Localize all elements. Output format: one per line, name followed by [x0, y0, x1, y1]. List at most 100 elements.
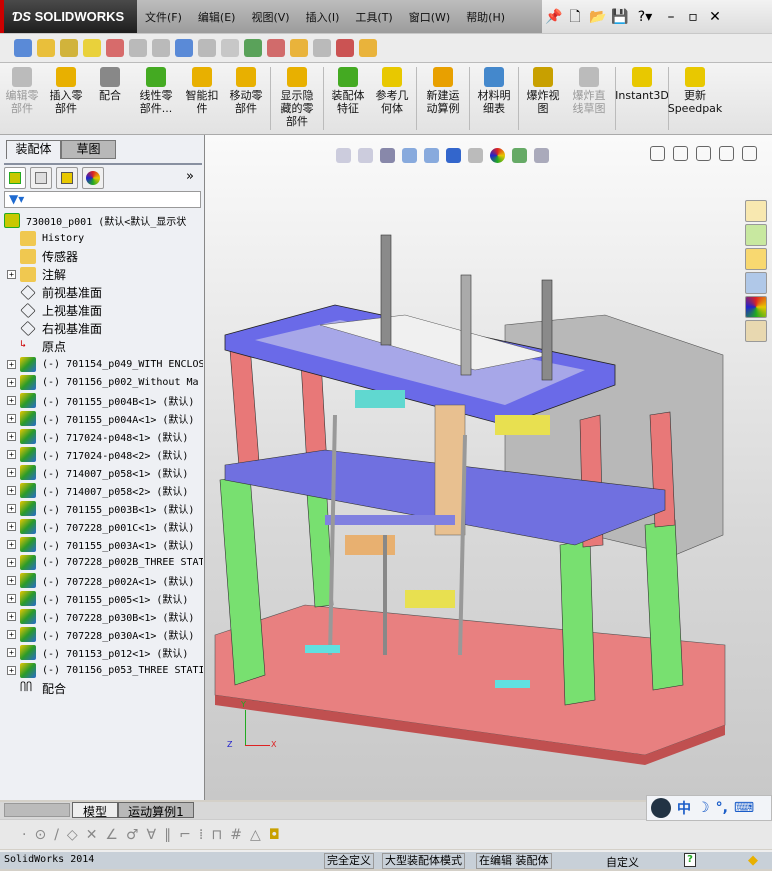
spell-check-icon[interactable]	[14, 39, 32, 57]
tree-item[interactable]: + (-) 707228_p002B_THREE STATION	[0, 553, 203, 571]
minimize-icon[interactable]: –	[663, 9, 679, 25]
expand-toggle[interactable]: +	[7, 377, 16, 387]
tree-item[interactable]: ↳ 原点	[0, 337, 203, 355]
performance-icon[interactable]	[106, 39, 124, 57]
solidworks-resources-icon[interactable]	[745, 200, 767, 222]
ime-toolbar[interactable]: 中 ☽ °, ⌨	[646, 795, 772, 821]
menu-item[interactable]: 工具(T)	[347, 9, 400, 25]
edit-appearance-icon[interactable]	[490, 147, 505, 163]
tree-item[interactable]: + (-) 701155_p003A<1> (默认)	[0, 535, 203, 553]
command-button[interactable]: 线性零部件...	[132, 63, 180, 134]
viewport-close-icon[interactable]	[742, 146, 757, 161]
measure-icon[interactable]: ◘	[269, 827, 280, 843]
command-button[interactable]: 参考几何体	[370, 63, 414, 134]
tangent-icon[interactable]: ♂	[126, 827, 139, 843]
file-explorer-icon[interactable]	[745, 248, 767, 270]
display-style-icon[interactable]	[446, 147, 461, 163]
tree-item[interactable]: + (-) 707228_p030B<1> (默认)	[0, 607, 203, 625]
help-icon[interactable]: ?▾	[633, 9, 657, 25]
relations-icon[interactable]: ⁞	[199, 827, 203, 843]
expand-toggle[interactable]: +	[7, 467, 16, 477]
display-manager-tab-icon[interactable]	[82, 167, 104, 189]
graphics-area[interactable]: Y X Z	[205, 135, 772, 800]
tree-root-assembly[interactable]: 730010_p001 (默认<默认_显示状	[0, 211, 203, 229]
parallel-icon[interactable]: ∥	[164, 827, 171, 843]
moon-icon[interactable]: ☽	[697, 800, 710, 816]
new-document-icon[interactable]: 🗋	[567, 9, 583, 25]
point-icon[interactable]: ·	[22, 827, 26, 843]
command-button[interactable]: 配合	[88, 63, 132, 134]
tree-item[interactable]: 右视基准面	[0, 319, 203, 337]
viewport-minimize-icon[interactable]	[696, 146, 711, 161]
section-properties-icon[interactable]	[83, 39, 101, 57]
command-button[interactable]: 新建运动算例	[419, 63, 467, 134]
tree-item[interactable]: + (-) 701156_p002_Without Ma	[0, 373, 203, 391]
expand-toggle[interactable]: +	[7, 269, 16, 279]
viewport-left-icon[interactable]	[650, 146, 665, 161]
command-button[interactable]: 移动零部件	[224, 63, 268, 134]
polygon-icon[interactable]: ◇	[67, 827, 78, 843]
property-manager-tab-icon[interactable]	[30, 167, 52, 189]
expand-toggle[interactable]: +	[7, 575, 16, 585]
configuration-manager-tab-icon[interactable]	[56, 167, 78, 189]
command-button[interactable]: 显示隐藏的零部件	[273, 63, 321, 134]
tab-assembly[interactable]: 装配体	[6, 140, 61, 159]
expand-toggle[interactable]: +	[7, 485, 16, 495]
tab-scroll-buttons[interactable]	[4, 803, 70, 817]
mass-properties-icon[interactable]	[60, 39, 78, 57]
menu-item[interactable]: 窗口(W)	[401, 9, 458, 25]
clearance-icon[interactable]	[221, 39, 239, 57]
command-button[interactable]: 装配体特征	[326, 63, 370, 134]
expand-toggle[interactable]: +	[7, 395, 16, 405]
units-selector[interactable]: 自定义	[606, 854, 639, 870]
view-palette-icon[interactable]	[745, 272, 767, 294]
appearance-icon[interactable]	[359, 39, 377, 57]
tree-item[interactable]: + (-) 701155_p005<1> (默认)	[0, 589, 203, 607]
tree-item[interactable]: + (-) 707228_p001C<1> (默认)	[0, 517, 203, 535]
perpendicular-icon[interactable]: ∀	[147, 827, 157, 843]
tree-item[interactable]: + (-) 701153_p012<1> (默认)	[0, 643, 203, 661]
tree-item[interactable]: + (-) 701155_p004A<1> (默认)	[0, 409, 203, 427]
open-icon[interactable]: 📂	[589, 9, 606, 25]
tree-item[interactable]: + (-) 701154_p049_WITH ENCLOSURE	[0, 355, 203, 373]
table-icon[interactable]	[244, 39, 262, 57]
zoom-area-icon[interactable]	[358, 147, 373, 163]
tree-item[interactable]: + (-) 701155_p003B<1> (默认)	[0, 499, 203, 517]
triangle-icon[interactable]: △	[250, 827, 261, 843]
keyboard-icon[interactable]: ⌨	[734, 800, 754, 816]
ime-logo-icon[interactable]	[651, 798, 671, 818]
save-icon[interactable]: 💾	[611, 9, 628, 25]
command-button[interactable]: 爆炸直线草图	[565, 63, 613, 134]
interference-icon[interactable]	[198, 39, 216, 57]
angle-icon[interactable]: ∠	[105, 827, 118, 843]
expand-toggle[interactable]: +	[7, 431, 16, 441]
dimension-icon[interactable]: ⊓	[211, 827, 222, 843]
menu-item[interactable]: 编辑(E)	[190, 9, 244, 25]
feature-tree-tab-icon[interactable]	[4, 167, 26, 189]
menu-item[interactable]: 视图(V)	[243, 9, 297, 25]
curvature-icon[interactable]	[267, 39, 285, 57]
expand-toggle[interactable]: +	[7, 629, 16, 639]
color-icon[interactable]	[336, 39, 354, 57]
viewport-restore-icon[interactable]	[719, 146, 734, 161]
tree-item[interactable]: 上视基准面	[0, 301, 203, 319]
zoom-to-fit-icon[interactable]	[336, 147, 351, 163]
punctuation-icon[interactable]: °,	[716, 800, 728, 816]
zebra-icon[interactable]	[290, 39, 308, 57]
tree-item[interactable]: 前视基准面	[0, 283, 203, 301]
expand-toggle[interactable]: +	[7, 521, 16, 531]
expand-toggle[interactable]: +	[7, 557, 16, 567]
menu-item[interactable]: 文件(F)	[137, 9, 190, 25]
tab-motion-study[interactable]: 运动算例1	[118, 802, 194, 819]
tree-item[interactable]: + 注解	[0, 265, 203, 283]
tree-item[interactable]: + (-) 717024-p048<2> (默认)	[0, 445, 203, 463]
expand-toggle[interactable]: +	[7, 449, 16, 459]
expand-toggle[interactable]: +	[7, 593, 16, 603]
menu-item[interactable]: 插入(I)	[298, 9, 348, 25]
restore-icon[interactable]: ▫	[685, 9, 701, 25]
hide-show-items-icon[interactable]	[468, 147, 483, 163]
grid-icon[interactable]: #	[230, 827, 242, 843]
apply-scene-icon[interactable]	[512, 147, 527, 163]
circle-icon[interactable]: ⊙	[34, 827, 46, 843]
tree-item[interactable]: History	[0, 229, 203, 247]
